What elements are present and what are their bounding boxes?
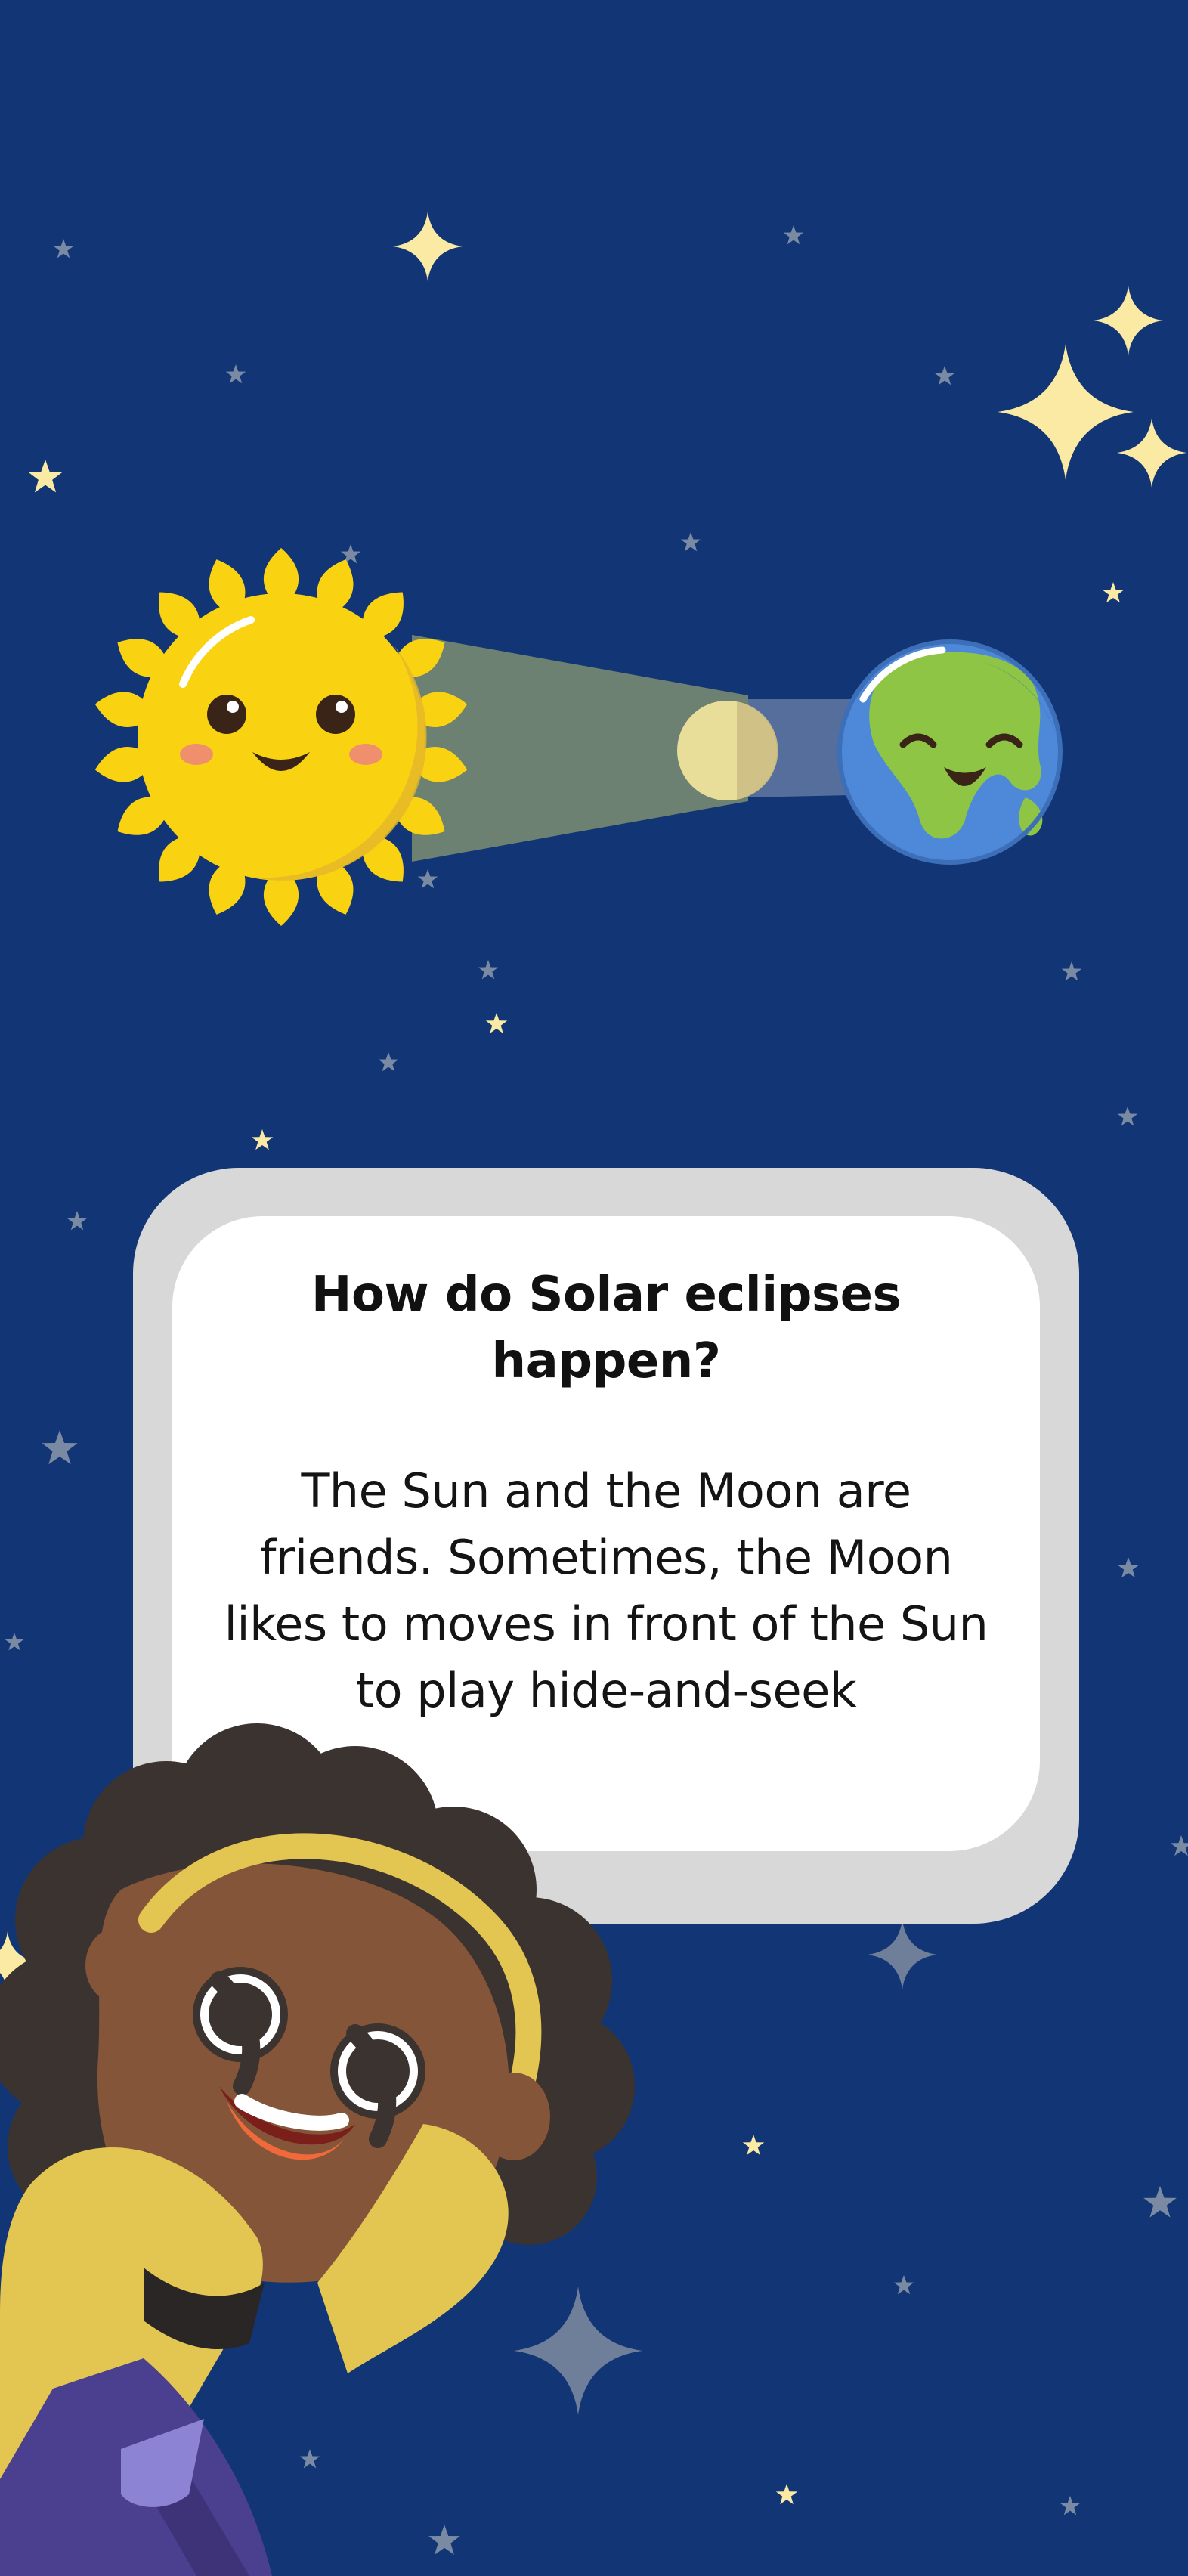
surprised-girl-illustration xyxy=(0,1723,635,2576)
star-icon xyxy=(775,2484,798,2505)
star-icon xyxy=(5,1633,24,1651)
sparkle-star-icon xyxy=(998,344,1134,480)
star-icon xyxy=(1143,2186,1177,2218)
star-icon xyxy=(225,364,246,384)
star-icon xyxy=(478,960,499,980)
star-icon xyxy=(67,1211,88,1231)
star-icon xyxy=(1061,961,1082,981)
star-icon xyxy=(893,2275,914,2295)
star-icon xyxy=(783,225,804,245)
star-icon xyxy=(417,869,438,889)
star-icon xyxy=(1170,1835,1188,1856)
page: How do Solar eclipses happen? The Sun an… xyxy=(0,0,1188,2576)
star-icon xyxy=(53,239,74,259)
star-icon xyxy=(42,1430,78,1465)
smiling-earth-icon xyxy=(837,639,1063,865)
sparkle-star-icon xyxy=(1117,418,1186,488)
moon-icon xyxy=(677,701,778,800)
star-icon xyxy=(485,1013,508,1034)
star-icon xyxy=(934,366,955,385)
sparkle-star-icon xyxy=(868,1920,937,1989)
card-title: How do Solar eclipses happen? xyxy=(311,1267,902,1389)
card-body-text: The Sun and the Moon are friends. Someti… xyxy=(224,1463,988,1718)
star-icon xyxy=(378,1052,399,1072)
sparkle-star-icon xyxy=(393,212,463,281)
star-icon xyxy=(680,532,701,552)
star-icon xyxy=(251,1129,274,1150)
star-icon xyxy=(1117,1107,1138,1126)
sparkle-star-icon xyxy=(1094,286,1163,355)
star-icon xyxy=(1060,2496,1081,2516)
smiling-sun-icon xyxy=(94,548,468,926)
star-icon xyxy=(28,460,63,493)
star-icon xyxy=(742,2135,765,2156)
star-icon xyxy=(1102,582,1125,603)
star-icon xyxy=(1117,1557,1140,1578)
